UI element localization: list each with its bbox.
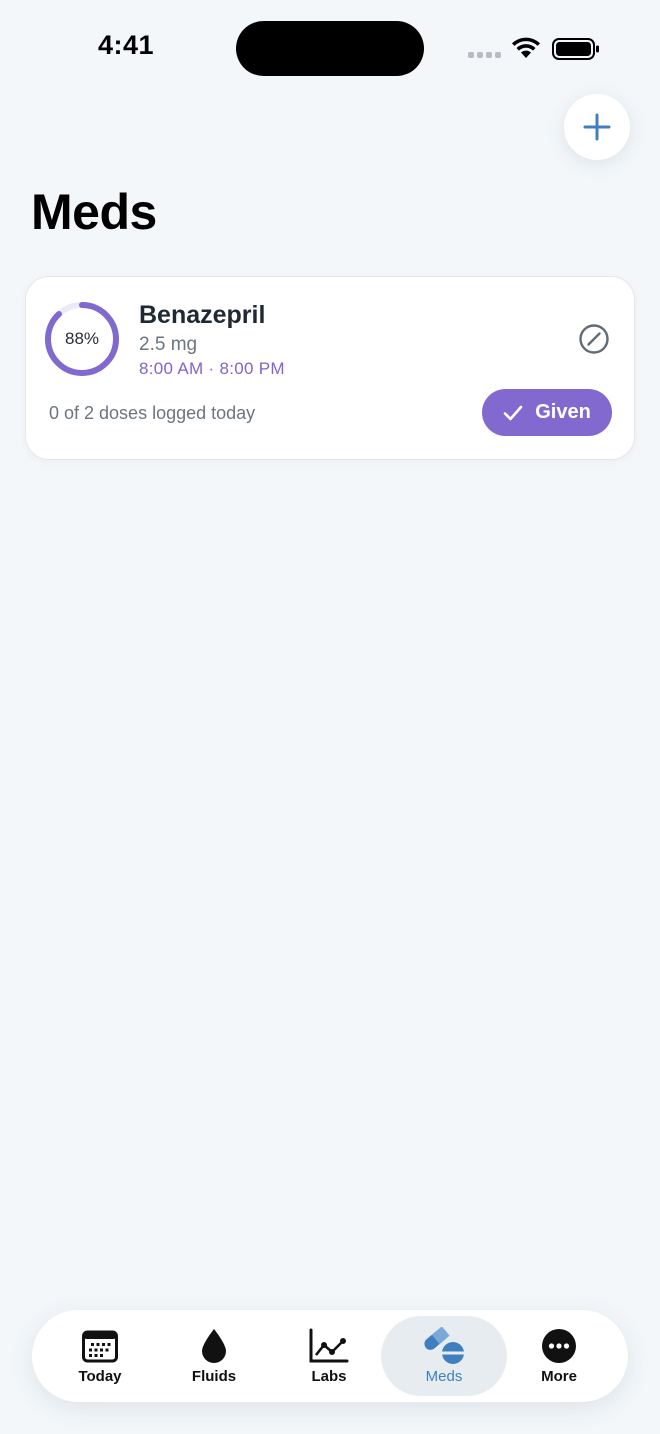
chart-icon: [309, 1328, 349, 1363]
status-time: 4:41: [98, 30, 155, 60]
tab-label-today: Today: [78, 1368, 122, 1385]
more-icon: [542, 1329, 576, 1363]
pills-icon: [424, 1327, 464, 1364]
tab-label-meds: Meds: [425, 1368, 463, 1385]
tab-fluids[interactable]: Fluids: [151, 1316, 277, 1396]
medication-dose: 2.5 mg: [139, 334, 198, 355]
doses-logged-text: 0 of 2 doses logged today: [49, 403, 256, 423]
plus-icon: [583, 113, 611, 141]
checkmark-icon: [503, 405, 523, 420]
wifi-icon: [512, 37, 540, 58]
tab-label-more: More: [541, 1368, 577, 1385]
medication-schedule: 8:00 AM · 8:00 PM: [139, 359, 285, 378]
medication-name: Benazepril: [139, 301, 266, 329]
cellular-signal-icon: [468, 52, 501, 58]
battery-icon: [552, 38, 599, 60]
calendar-icon: [82, 1330, 118, 1363]
dynamic-island: [236, 21, 424, 76]
tab-meds[interactable]: Meds: [381, 1316, 507, 1396]
add-medication-button[interactable]: [564, 94, 630, 160]
drop-icon: [202, 1329, 226, 1363]
given-button[interactable]: Given: [482, 389, 612, 436]
tab-bar: Today Fluids Labs Meds More: [32, 1310, 628, 1402]
tab-label-labs: Labs: [311, 1368, 347, 1385]
tab-labs[interactable]: Labs: [266, 1316, 392, 1396]
tab-today[interactable]: Today: [37, 1316, 163, 1396]
tab-label-fluids: Fluids: [191, 1368, 237, 1385]
adherence-percent: 88%: [64, 329, 100, 348]
medication-card[interactable]: 88% Benazepril 2.5 mg 8:00 AM · 8:00 PM …: [25, 276, 635, 460]
tab-more[interactable]: More: [496, 1316, 622, 1396]
given-label: Given: [535, 401, 591, 423]
edit-icon[interactable]: [578, 323, 610, 355]
page-title: Meds: [31, 184, 157, 240]
meds-screen: 4:41 Meds 88% Benazepril 2.5 mg 8:00 AM …: [0, 0, 660, 1434]
